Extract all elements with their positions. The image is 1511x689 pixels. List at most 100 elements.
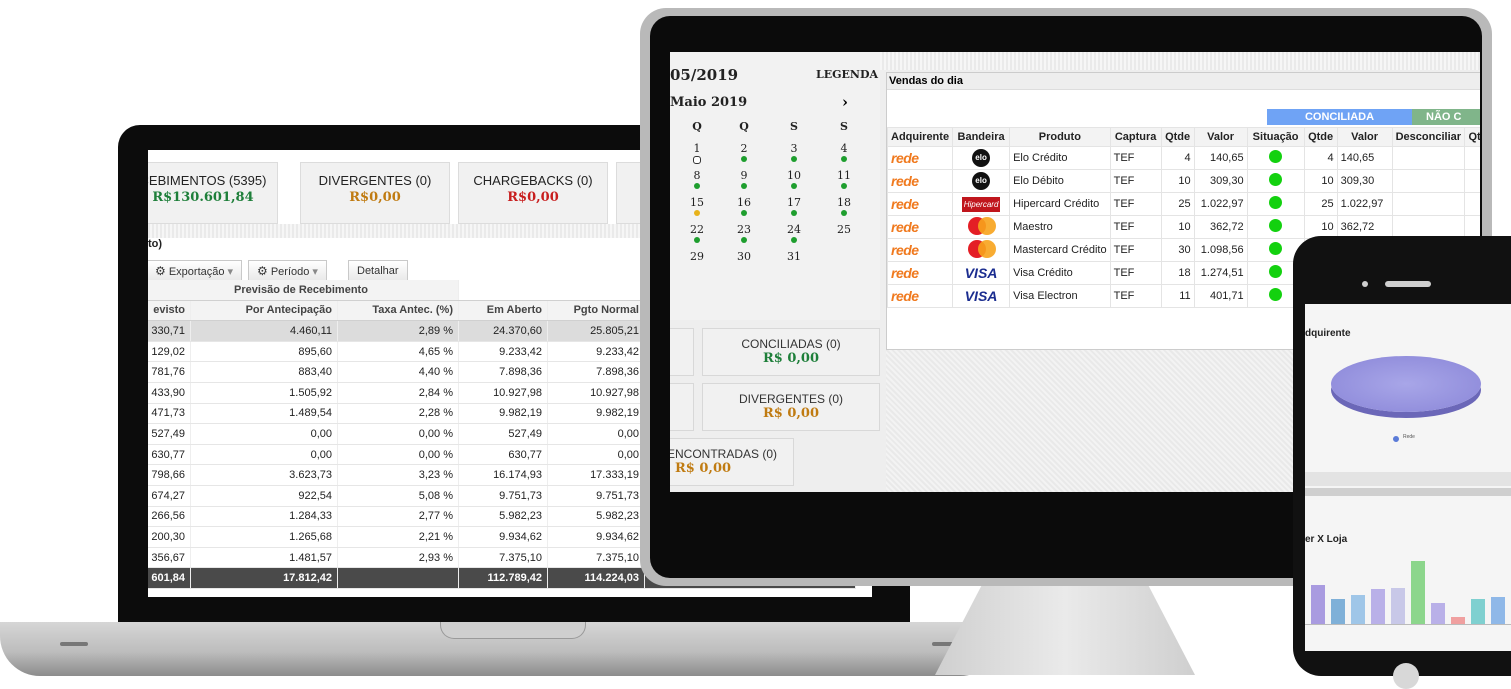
calendar-day[interactable]: 29 <box>683 250 711 263</box>
calendar-day[interactable]: 23 <box>730 223 758 243</box>
column-header[interactable]: Captura <box>1109 127 1162 147</box>
capture-cell: TEF <box>1109 169 1162 193</box>
qty-cell: 18 <box>1160 261 1195 285</box>
calendar-day[interactable]: 9 <box>730 169 758 189</box>
table-cell: 9.934,62 <box>547 526 645 548</box>
chevron-right-icon[interactable]: › <box>842 93 848 111</box>
calendar-day[interactable]: 3 <box>780 142 808 162</box>
table-cell: 5,08 % <box>337 485 459 507</box>
hipercard-logo-icon: Hipercard <box>961 196 1001 212</box>
calendar-day[interactable]: 2 <box>730 142 758 162</box>
export-button[interactable]: ⚙ Exportação ▾ <box>148 260 243 282</box>
desconciliar-cell[interactable] <box>1391 192 1466 216</box>
table-cell: 922,54 <box>190 485 338 507</box>
card-value: R$0,00 <box>349 190 401 205</box>
legend-button[interactable]: LEGENDA <box>816 68 878 81</box>
calendar-day[interactable]: 15 <box>683 196 711 216</box>
status-box-divergentes[interactable]: DIVERGENTES (0) R$ 0,00 <box>702 383 880 431</box>
calendar-day[interactable]: 18 <box>830 196 858 216</box>
column-header[interactable]: Bandeira <box>952 127 1011 147</box>
calendar-day[interactable]: 17 <box>780 196 808 216</box>
table-cell: 798,66 <box>148 464 191 486</box>
calendar-title: 05/2019 <box>670 66 739 84</box>
group-header: Previsão de Recebimento <box>148 280 459 301</box>
calendar-day[interactable]: 8 <box>683 169 711 189</box>
table-cell: 527,49 <box>458 423 548 445</box>
column-header[interactable]: Qtde <box>1303 127 1338 147</box>
concil-value-cell: 140,65 <box>1336 146 1393 170</box>
card-title: DIVERGENTES (0) <box>318 173 432 188</box>
card-value: R$130.601,84 <box>152 190 254 205</box>
sales-title: Vendas do dia <box>887 73 1480 90</box>
rede-logo: rede <box>891 219 919 235</box>
capture-cell: TEF <box>1109 238 1162 262</box>
calendar-day[interactable]: 4 <box>830 142 858 162</box>
column-header[interactable]: Por Antecipação <box>190 300 338 322</box>
calendar-day[interactable]: 22 <box>683 223 711 243</box>
column-header[interactable]: Adquirente <box>886 127 954 147</box>
day-number: 31 <box>787 250 801 263</box>
column-header[interactable]: Situação <box>1246 127 1305 147</box>
bar <box>1491 597 1505 624</box>
column-header[interactable]: Qtde <box>1464 127 1480 147</box>
calendar-day[interactable]: 24 <box>780 223 808 243</box>
calendar-day[interactable]: 1 <box>683 142 711 164</box>
status-dot-icon <box>841 156 847 162</box>
column-header[interactable]: evisto <box>148 300 191 322</box>
calendar-day[interactable]: 11 <box>830 169 858 189</box>
table-cell: 4,40 % <box>337 361 459 383</box>
period-button[interactable]: ⚙ Período ▾ <box>248 260 327 282</box>
summary-card-recebimentos[interactable]: CEBIMENTOS (5395) R$130.601,84 <box>148 162 278 224</box>
column-header[interactable]: Em Aberto <box>458 300 548 322</box>
summary-card-chargebacks[interactable]: CHARGEBACKS (0) R$0,00 <box>458 162 608 224</box>
calendar-day[interactable]: 16 <box>730 196 758 216</box>
status-dot-icon <box>694 237 700 243</box>
export-label: Exportação <box>168 266 225 278</box>
status-dot-icon <box>694 183 700 189</box>
column-header[interactable]: Pgto Normal <box>547 300 645 322</box>
calendar-day[interactable]: 25 <box>830 223 858 236</box>
table-row[interactable]: redeeloElo CréditoTEF4140,654140,650 <box>886 146 1480 170</box>
status-box-conciliadas[interactable]: CONCILIADAS (0) R$ 0,00 <box>702 328 880 376</box>
pie-chart <box>1331 356 1481 412</box>
table-cell: 9.934,62 <box>458 526 548 548</box>
divider <box>1305 488 1511 496</box>
qty-cell: 10 <box>1160 169 1195 193</box>
status-dot-icon <box>791 210 797 216</box>
column-header[interactable]: Valor <box>1193 127 1248 147</box>
column-header[interactable]: Qtde <box>1160 127 1195 147</box>
status-box-partial[interactable] <box>670 383 694 431</box>
total-cell: 114.224,03 <box>547 567 645 589</box>
day-number: 22 <box>690 223 704 236</box>
table-row[interactable]: redeeloElo DébitoTEF10309,3010309,300 <box>886 169 1480 193</box>
status-dot-icon <box>741 183 747 189</box>
table-cell: 5.982,23 <box>547 506 645 528</box>
calendar-day[interactable]: 10 <box>780 169 808 189</box>
column-header[interactable]: Taxa Antec. (%) <box>337 300 459 322</box>
column-header[interactable]: Valor <box>1336 127 1393 147</box>
detail-button[interactable]: Detalhar <box>348 260 408 282</box>
acquirer-cell: rede <box>886 238 954 262</box>
box-value: R$ 0,00 <box>675 461 732 476</box>
calendar-day[interactable]: 31 <box>780 250 808 263</box>
rede-logo: rede <box>891 196 919 212</box>
weekday-label: Q <box>739 120 749 133</box>
calendar-panel: 05/2019 LEGENDA Maio 2019 › Q Q S S 1 2 3 4 8 9 10… <box>670 52 880 320</box>
status-box-partial[interactable] <box>670 328 694 376</box>
home-button[interactable] <box>1393 663 1419 689</box>
desconciliar-cell[interactable] <box>1391 169 1466 193</box>
day-number: 25 <box>837 223 851 236</box>
status-box-encontradas[interactable]: ENCONTRADAS (0) R$ 0,00 <box>670 438 794 486</box>
column-header[interactable]: Desconciliar <box>1391 127 1466 147</box>
summary-card-divergentes[interactable]: DIVERGENTES (0) R$0,00 <box>300 162 450 224</box>
calendar-day[interactable]: 30 <box>730 250 758 263</box>
desconciliar-cell[interactable] <box>1391 146 1466 170</box>
status-dot-icon <box>741 237 747 243</box>
table-cell: 0,00 <box>547 423 645 445</box>
nao-group-header: NÃO C <box>1412 109 1480 125</box>
speaker-icon <box>1385 281 1431 287</box>
status-dot-icon <box>693 156 701 164</box>
column-header[interactable]: Produto <box>1009 127 1111 147</box>
table-row[interactable]: rede Hipercard Hipercard Crédito TEF 25 1.022… <box>886 192 1480 216</box>
table-cell: 5.982,23 <box>458 506 548 528</box>
